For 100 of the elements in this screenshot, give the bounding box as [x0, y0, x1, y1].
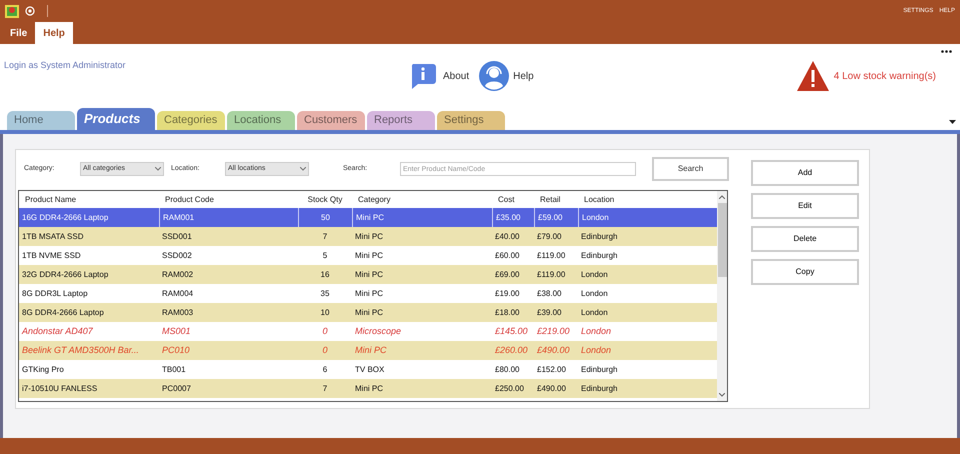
- table-cell-text: Mini PC: [354, 382, 384, 394]
- table-cell-text: 1TB MSATA SSD: [21, 230, 84, 242]
- table-cell-text: GTKing Pro: [21, 364, 65, 376]
- about-button[interactable]: About: [409, 62, 470, 90]
- menu-tab[interactable]: File: [2, 22, 36, 44]
- table-cell-text: 35: [320, 288, 330, 300]
- table-cell-text: London: [580, 288, 609, 300]
- table-cell-text: £80.00: [494, 364, 520, 376]
- table-cell-text: £69.00: [494, 268, 520, 280]
- scrollbar[interactable]: [717, 191, 727, 401]
- chevron-down-icon: [155, 167, 161, 171]
- help-button[interactable]: Help: [479, 61, 534, 91]
- table-cell-text: Mini PC: [354, 288, 384, 300]
- table-cell-text: London: [580, 306, 609, 318]
- scroll-down-icon[interactable]: [719, 393, 725, 397]
- table-cell-text: Edinburgh: [580, 382, 618, 395]
- table-cell-text: 1TB NVME SSD: [21, 250, 82, 262]
- table-cell-text: 0: [321, 344, 328, 357]
- table-row[interactable]: 8G DDR4-2666 Laptop RAM003 10 Mini PC £18.00 £39.00 London: [19, 303, 717, 322]
- table-cell-text: RAM002: [161, 268, 194, 280]
- table-cell-text: TV BOX: [354, 364, 386, 376]
- table-cell-text: £119.00: [536, 250, 566, 262]
- table-row[interactable]: 1TB MSATA SSD SSD001 7 Mini PC £40.00 £79.00 Edinburgh: [19, 227, 717, 246]
- action-button[interactable]: Add: [751, 160, 859, 186]
- table-cell-text: £145.00: [494, 324, 529, 338]
- column-header[interactable]: Location: [578, 194, 717, 206]
- nav-tab[interactable]: Settings: [437, 111, 505, 130]
- table-cell-text: 5: [322, 250, 328, 262]
- table-cell-text: TB001: [161, 364, 187, 376]
- table-cell-text: Beelink GT AMD3500H Bar...: [21, 344, 140, 357]
- table-cell-text: 7: [322, 382, 328, 394]
- table-cell-text: Mini PC: [354, 306, 384, 318]
- table-cell-text: Mini PC: [354, 268, 384, 280]
- table-cell-text: £18.00: [494, 306, 520, 318]
- table-cell-text: RAM004: [161, 288, 194, 300]
- table-cell-text: Edinburgh: [580, 364, 618, 376]
- table-cell-text: 10: [320, 306, 330, 318]
- action-button[interactable]: Copy: [751, 259, 859, 285]
- table-cell-text: Andonstar AD407: [20, 324, 94, 338]
- scroll-up-icon[interactable]: [719, 195, 725, 199]
- nav-tab[interactable]: Home: [7, 111, 75, 130]
- column-header[interactable]: Product Name: [19, 194, 159, 206]
- table-cell-text: £19.00: [494, 288, 520, 300]
- nav-tab[interactable]: Locations: [227, 111, 295, 130]
- table-cell-text: London: [580, 344, 612, 357]
- more-icon[interactable]: [941, 50, 952, 53]
- action-button[interactable]: Edit: [751, 193, 859, 219]
- table-cell-text: £119.00: [536, 268, 566, 280]
- nav-tab[interactable]: Products: [77, 108, 155, 130]
- nav-tab[interactable]: Categories: [157, 111, 225, 130]
- table-cell-text: 7: [322, 230, 328, 242]
- table-cell-text: PC010: [161, 344, 191, 357]
- table-cell-text: RAM003: [161, 306, 194, 318]
- table-cell-text: £260.00: [494, 344, 529, 357]
- column-header[interactable]: Category: [352, 194, 492, 206]
- table-cell-text: 8G DDR3L Laptop: [21, 288, 89, 300]
- table-cell-text: 0: [321, 324, 328, 338]
- table-cell-text: Mini PC: [354, 250, 384, 262]
- table-cell-text: 32G DDR4-2666 Laptop: [21, 268, 110, 281]
- table-row[interactable]: 32G DDR4-2666 Laptop RAM002 16 Mini PC £69.00 £119.00 London: [19, 265, 717, 284]
- table-cell-text: SSD002: [161, 250, 193, 262]
- table-cell-text: £219.00: [536, 324, 571, 338]
- chevron-down-icon: [300, 167, 306, 171]
- table-row[interactable]: i7-10510U FANLESS PC0007 7 Mini PC £250.00 £490.00 Edinburgh: [19, 379, 717, 398]
- table-cell-text: £79.00: [536, 230, 562, 242]
- dropdown-arrow-icon[interactable]: [949, 120, 956, 124]
- info-icon: [409, 62, 437, 90]
- column-header[interactable]: Retail: [534, 194, 578, 206]
- menu-tab[interactable]: Help: [35, 22, 73, 44]
- column-header[interactable]: Cost: [492, 194, 534, 206]
- table-cell-text: £38.00: [536, 288, 562, 300]
- table-cell-text: £40.00: [494, 230, 520, 242]
- action-button[interactable]: Delete: [751, 226, 859, 252]
- search-button[interactable]: Search: [652, 157, 729, 181]
- table-cell-text: £490.00: [536, 344, 571, 357]
- table-cell-text: 8G DDR4-2666 Laptop: [21, 306, 105, 319]
- table-cell-text: £39.00: [536, 306, 562, 318]
- table-cell-text: Edinburgh: [580, 250, 618, 262]
- table-cell-text: £490.00: [536, 382, 567, 394]
- table-cell-text: Mini PC: [354, 344, 388, 357]
- table-cell-text: 16: [320, 268, 330, 280]
- warning-icon: [796, 60, 830, 92]
- low-stock-warning[interactable]: 4 Low stock warning(s): [834, 68, 936, 84]
- table-cell-text: 16G DDR4-2666 Laptop: [21, 212, 110, 224]
- table-cell-text: £152.00: [536, 364, 567, 376]
- table-cell-text: SSD001: [161, 230, 193, 242]
- table-cell-text: London: [580, 324, 612, 338]
- app-icon: [5, 4, 19, 18]
- table-cell-text: Edinburgh: [580, 230, 618, 243]
- column-header[interactable]: Stock Qty: [298, 194, 352, 206]
- table-cell-text: Microscope: [354, 324, 402, 338]
- table-cell-text: London: [580, 268, 609, 280]
- support-agent-icon: [479, 61, 510, 91]
- table-row[interactable]: 16G DDR4-2666 Laptop RAM001 50 Mini PC £35.00 £59.00 London: [19, 208, 717, 227]
- table-cell-text: i7-10510U FANLESS: [21, 382, 98, 394]
- table-cell-text: Mini PC: [354, 230, 384, 242]
- login-status: Login as System Administrator: [4, 59, 127, 72]
- table-cell-text: PC0007: [161, 382, 192, 394]
- column-header[interactable]: Product Code: [159, 194, 298, 206]
- table-cell-text: MS001: [161, 324, 192, 338]
